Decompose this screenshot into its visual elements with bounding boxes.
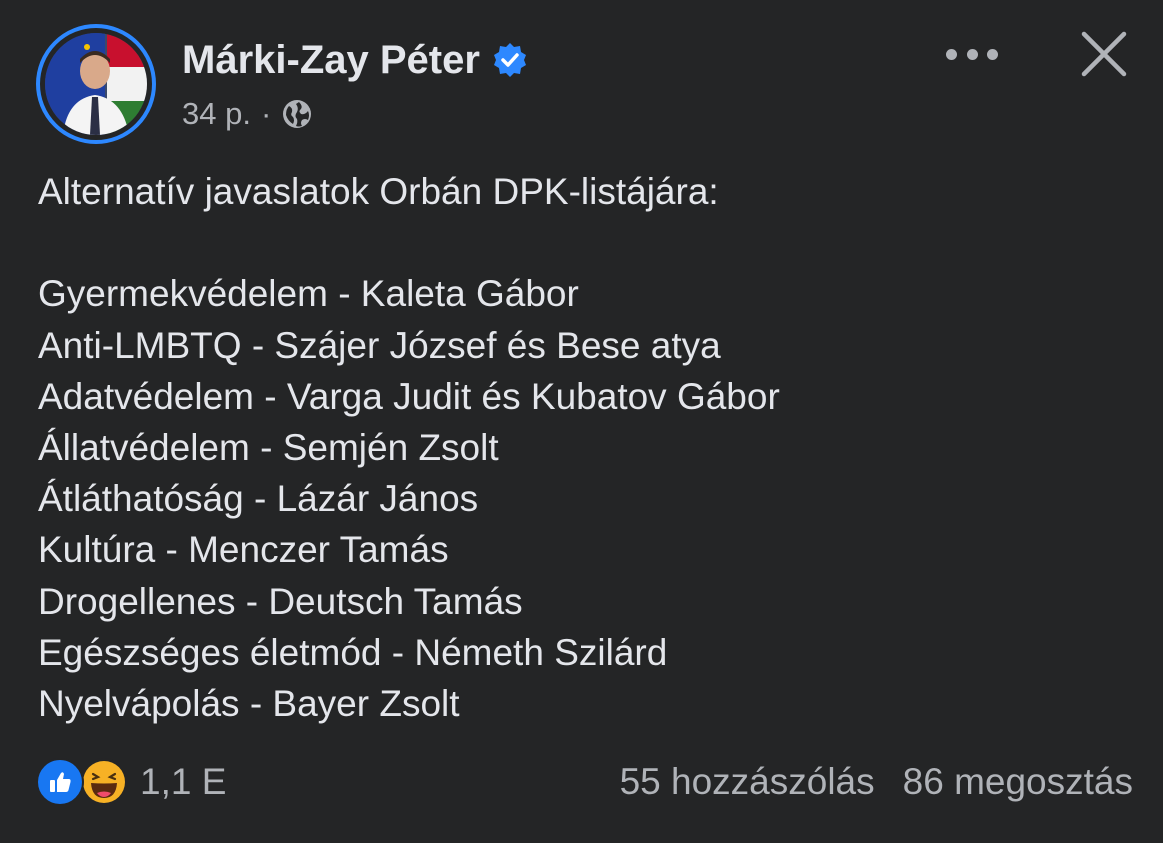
post-meta: 34 p. · [182, 94, 313, 134]
post-line: Adatvédelem - Varga Judit és Kubatov Gáb… [38, 375, 780, 417]
post-time[interactable]: 34 p. [182, 94, 251, 134]
post-line: Nyelvápolás - Bayer Zsolt [38, 682, 460, 724]
reactions-summary[interactable]: 1,1 E [36, 758, 226, 806]
post-line: Anti-LMBTQ - Szájer József és Bese atya [38, 324, 721, 366]
reaction-count[interactable]: 1,1 E [140, 761, 226, 803]
post-line: Egészséges életmód - Németh Szilárd [38, 631, 668, 673]
author-name[interactable]: Márki-Zay Péter [182, 36, 480, 84]
more-dot-icon [946, 48, 957, 60]
shares-count[interactable]: 86 megosztás [903, 761, 1133, 803]
close-icon[interactable] [1078, 28, 1130, 80]
post-line: Gyermekvédelem - Kaleta Gábor [38, 273, 579, 315]
haha-icon [80, 758, 128, 806]
like-icon [36, 758, 84, 806]
post-line: Kultúra - Menczer Tamás [38, 529, 449, 571]
post-stats: 55 hozzászólás 86 megosztás [620, 761, 1133, 803]
more-options-button[interactable] [946, 36, 998, 72]
more-dot-icon [966, 48, 978, 60]
verified-badge-icon [493, 43, 526, 77]
post-text: Alternatív javaslatok Orbán DPK-listájár… [38, 166, 1138, 729]
post-line: Állatvédelem - Semjén Zsolt [38, 426, 499, 468]
comments-count[interactable]: 55 hozzászólás [620, 761, 875, 803]
post-line: Átláthatóság - Lázár János [38, 478, 479, 520]
avatar[interactable] [36, 24, 156, 144]
post-line: Drogellenes - Deutsch Tamás [38, 580, 523, 622]
post-footer: 1,1 E 55 hozzászólás 86 megosztás [36, 756, 1133, 808]
post-author[interactable]: Márki-Zay Péter [182, 36, 528, 84]
profile-photo [45, 33, 147, 135]
globe-icon [283, 100, 312, 128]
meta-separator: · [260, 96, 272, 131]
more-dot-icon [987, 48, 998, 60]
post-line: Alternatív javaslatok Orbán DPK-listájár… [38, 171, 719, 212]
